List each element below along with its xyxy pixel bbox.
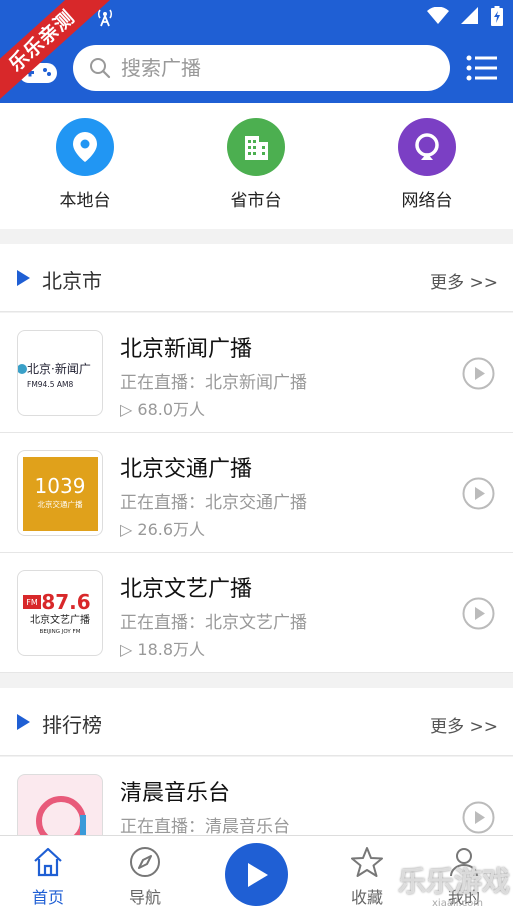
listener-count: ▷ 18.8万人 — [120, 640, 206, 659]
section-title: 排行榜 — [42, 713, 102, 737]
category-bar: 本地台 省市台 网络台 — [0, 103, 513, 229]
svg-text:87.6: 87.6 — [41, 590, 90, 614]
play-small-icon: ▷ — [120, 640, 138, 659]
signal-icon — [461, 7, 478, 24]
svg-text:北京文艺广播: 北京文艺广播 — [30, 613, 90, 626]
search-input[interactable] — [121, 56, 421, 80]
wifi-icon — [427, 7, 449, 24]
triangle-marker-icon — [17, 270, 30, 286]
svg-text:北京交通广播: 北京交通广播 — [38, 499, 83, 509]
station-row[interactable]: 1039 北京交通广播 北京交通广播 正在直播：北京交通广播 ▷ 26.6万人 — [0, 433, 513, 553]
play-circle-icon[interactable] — [462, 357, 495, 390]
play-circle-icon[interactable] — [462, 801, 495, 834]
station-name: 清晨音乐台 — [120, 781, 231, 806]
svg-text:FM: FM — [26, 598, 38, 607]
station-logo: FM 87.6 北京文艺广播 BEIJING JOY FM — [17, 570, 103, 656]
station-logo: 北京·新闻广 FM94.5 AM8 — [17, 330, 103, 416]
play-small-icon: ▷ — [120, 520, 138, 539]
tab-home[interactable]: 首页 — [8, 846, 88, 908]
watermark: 乐乐游戏 — [398, 865, 511, 898]
location-pin-icon — [56, 118, 114, 176]
search-bar[interactable] — [73, 45, 450, 91]
category-label: 省市台 — [230, 191, 282, 211]
play-circle-icon[interactable] — [462, 597, 495, 630]
compass-icon — [130, 847, 160, 877]
category-label: 本地台 — [59, 191, 111, 211]
svg-text:1039: 1039 — [35, 474, 86, 498]
section-header-ranking: 排行榜 更多 >> — [0, 688, 513, 756]
category-network[interactable]: 网络台 — [372, 118, 482, 211]
play-circle-icon[interactable] — [462, 477, 495, 510]
battery-icon — [491, 6, 503, 26]
section-header-beijing: 北京市 更多 >> — [0, 244, 513, 312]
triangle-marker-icon — [17, 714, 30, 730]
station-row[interactable]: FM 87.6 北京文艺广播 BEIJING JOY FM 北京文艺广播 正在直… — [0, 553, 513, 673]
play-icon — [247, 862, 268, 887]
main-play-button[interactable] — [225, 843, 288, 906]
watermark-sub: xiaall.com — [432, 898, 484, 909]
station-now-playing: 正在直播：北京新闻广播 — [120, 373, 307, 393]
tab-favorites[interactable]: 收藏 — [327, 846, 407, 908]
star-icon — [351, 847, 383, 877]
home-icon — [34, 847, 62, 877]
tab-navigation[interactable]: 导航 — [105, 846, 185, 908]
listener-count: ▷ 68.0万人 — [120, 400, 206, 419]
more-link[interactable]: 更多 >> — [430, 268, 498, 293]
more-link[interactable]: 更多 >> — [430, 712, 498, 737]
play-small-icon: ▷ — [120, 400, 138, 419]
category-local[interactable]: 本地台 — [30, 118, 140, 211]
svg-text:BEIJING JOY FM: BEIJING JOY FM — [40, 629, 81, 635]
network-icon — [398, 118, 456, 176]
tab-label: 导航 — [128, 888, 161, 907]
tab-label: 首页 — [31, 888, 64, 907]
list-menu-icon[interactable] — [466, 54, 498, 82]
listener-count: ▷ 26.6万人 — [120, 520, 206, 539]
station-row[interactable]: 北京·新闻广 FM94.5 AM8 北京新闻广播 正在直播：北京新闻广播 ▷ 6… — [0, 313, 513, 433]
search-icon — [90, 58, 111, 79]
station-name: 北京文艺广播 — [120, 577, 253, 602]
station-now-playing: 正在直播：北京交通广播 — [120, 493, 307, 513]
svg-text:北京·新闻广: 北京·新闻广 — [27, 361, 91, 376]
tab-label: 收藏 — [350, 888, 383, 907]
station-logo: 1039 北京交通广播 — [17, 450, 103, 536]
svg-text:FM94.5 AM8: FM94.5 AM8 — [27, 380, 73, 389]
station-now-playing: 正在直播：清晨音乐台 — [120, 817, 290, 837]
category-province[interactable]: 省市台 — [201, 118, 311, 211]
station-name: 北京新闻广播 — [120, 337, 253, 362]
category-label: 网络台 — [401, 191, 453, 211]
building-icon — [227, 118, 285, 176]
station-now-playing: 正在直播：北京文艺广播 — [120, 613, 307, 633]
section-title: 北京市 — [42, 269, 102, 293]
station-name: 北京交通广播 — [120, 457, 253, 482]
